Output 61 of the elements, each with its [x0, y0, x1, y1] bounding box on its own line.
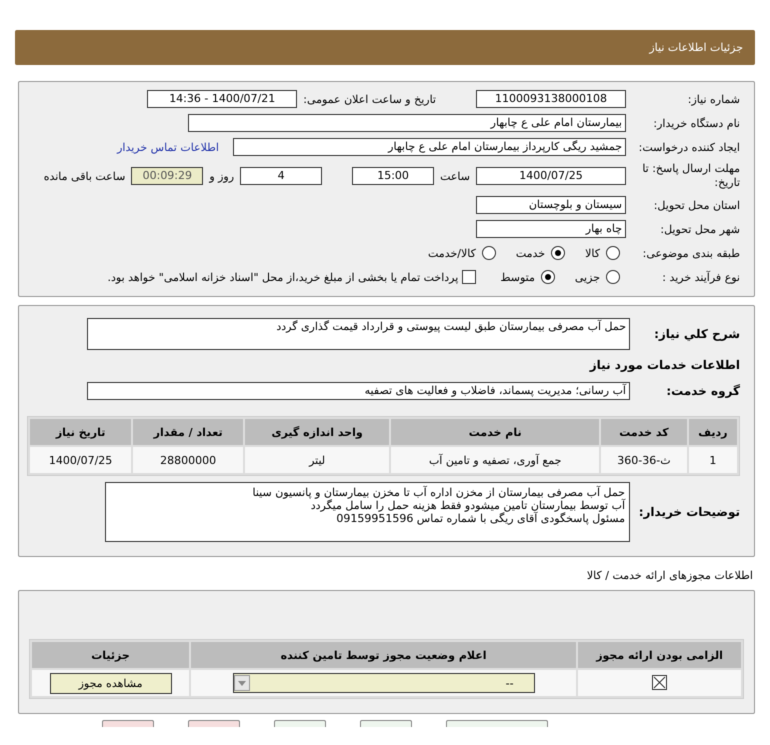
option-label: جزیی — [574, 270, 600, 284]
radio-button[interactable] — [606, 270, 620, 284]
buyer-field: بیمارستان امام علی ع چابهار — [188, 114, 626, 132]
radio-button[interactable] — [606, 246, 620, 260]
view-permit-button[interactable]: مشاهده مجوز — [50, 672, 172, 694]
service-group-field: آب رسانی؛ مدیریت پسماند، فاضلاب و فعالیت های تصفیه — [87, 382, 630, 400]
radio-button[interactable] — [482, 246, 496, 260]
field-label: شرح کلي نياز: — [653, 327, 740, 341]
column-header: تعداد / مقدار — [133, 419, 244, 445]
column-header: الزامی بودن ارائه مجوز — [578, 642, 741, 668]
section-title: اطلاعات خدمات مورد نیاز — [588, 358, 740, 372]
column-header: اعلام وضعیت مجوز توسط تامین کننده — [191, 642, 576, 668]
option-label: متوسط — [500, 270, 535, 284]
table-cell: 1400/07/25 — [30, 447, 132, 473]
page-title: جزئیات اطلاعات نیاز — [649, 41, 743, 54]
table-cell: 28800000 — [133, 447, 244, 473]
table-cell: ث-36-360 — [601, 447, 687, 473]
section-title: اطلاعات مجوزهای ارائه خدمت / کالا — [586, 569, 754, 582]
field-label: شهر محل تحویل: — [659, 222, 740, 236]
province-field: سیستان و بلوچستان — [476, 196, 626, 214]
creator-field: جمشید ریگی کارپرداز بیمارستان امام علی ع چابهار — [233, 138, 626, 156]
column-header: جزئیات — [32, 642, 190, 668]
field-label: ساعت — [439, 170, 471, 182]
date-field: 1400/07/25 — [476, 167, 626, 185]
column-header: واحد اندازه گیری — [245, 419, 390, 445]
column-header: کد خدمت — [601, 419, 687, 445]
contact-link[interactable]: اطلاعات تماس خریدار — [117, 140, 219, 154]
buyer-notes-field: حمل آب مصرفی بیمارستان از مخزن اداره آب تا مخزن بیمارستان و پانسیون سینا آب توسط بیمارستان تامین میشودو فقط هزینه حمل را سامل میگردد مسئول پاسخگودی آقای ریگی با شماره تماس 09159951596 — [105, 482, 630, 542]
field-label: توضیحات خریدار: — [638, 505, 740, 519]
radio-button[interactable] — [551, 246, 566, 260]
field-label: نام دستگاه خریدار: — [652, 116, 740, 130]
status-dropdown[interactable]: -- — [232, 673, 535, 693]
remaining-time-field: 00:09:29 — [131, 167, 204, 185]
need-number-field: 1100093138000108 — [476, 90, 626, 108]
description-field: حمل آب مصرفی بیمارستان طبق لیست پیوستی و قرارداد قیمت گذاری گردد — [87, 318, 630, 350]
field-label: ایجاد کننده درخواست: — [638, 140, 740, 154]
column-header: ردیف — [688, 419, 737, 445]
table-cell: جمع آوری، تصفیه و تامین آب — [391, 447, 600, 473]
table-cell: لیتر — [245, 447, 390, 473]
field-label: مهلت ارسال پاسخ: تا تاریخ: — [641, 162, 740, 190]
table-cell: 1 — [688, 447, 737, 473]
checkbox[interactable] — [462, 270, 476, 284]
announce-date-field: 1400/07/21 - 14:36 — [147, 90, 298, 108]
field-label: شماره نیاز: — [686, 92, 740, 106]
days-field: 4 — [240, 167, 322, 185]
field-label: روز و — [208, 170, 236, 182]
field-label: طبقه بندی موضوعی: — [642, 246, 740, 260]
option-label: کالا — [585, 246, 600, 260]
option-label: کالا/خدمت — [428, 246, 476, 260]
checkbox-label: پرداخت تمام یا بخشی از مبلغ خرید،از محل "اسناد خزانه اسلامی" خواهد بود. — [108, 270, 458, 284]
radio-button[interactable] — [540, 270, 555, 284]
field-label: تاریخ و ساعت اعلان عمومی: — [302, 92, 436, 106]
field-label: ساعت باقی مانده — [42, 170, 126, 182]
column-header: تاریخ نیاز — [30, 419, 132, 445]
field-label: گروه خدمت: — [665, 384, 740, 398]
option-label: خدمت — [516, 246, 546, 260]
column-header: نام خدمت — [391, 419, 600, 445]
time-field: 15:00 — [352, 167, 434, 185]
city-field: چاه بهار — [476, 220, 626, 238]
field-label: استان محل تحویل: — [652, 198, 740, 212]
field-label: نوع فرآیند خرید : — [661, 270, 740, 284]
